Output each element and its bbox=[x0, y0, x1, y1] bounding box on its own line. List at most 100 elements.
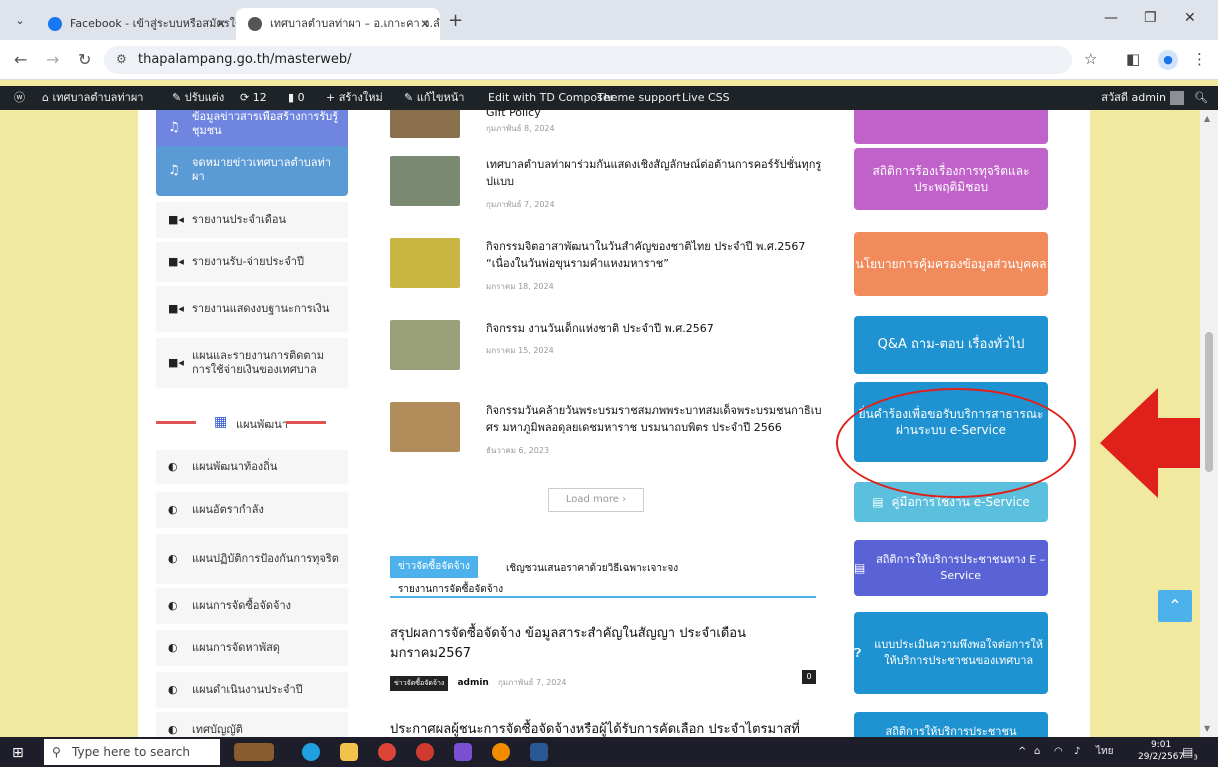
admin-live-css[interactable]: Live CSS bbox=[682, 86, 730, 110]
vertical-scrollbar[interactable]: ▲ ▼ bbox=[1200, 110, 1218, 737]
scroll-thumb[interactable] bbox=[1205, 332, 1213, 472]
news-title[interactable]: กิจกรรมวันคล้ายวันพระบรมราชสมภพพระบาทสมเ… bbox=[486, 402, 826, 436]
sidebar-item-annual-plan[interactable]: ◐ แผนดำเนินงานประจำปี bbox=[156, 672, 348, 708]
sidebar-item-label: รายงานแสดงงบฐานะการเงิน bbox=[192, 302, 330, 315]
news-item[interactable]: กิจกรรมวันคล้ายวันพระบรมราชสมภพพระบาทสมเ… bbox=[390, 402, 826, 464]
close-window-icon[interactable]: ✕ bbox=[1184, 10, 1196, 26]
wordpress-icon[interactable]: ⓦ bbox=[14, 86, 25, 110]
news-date: กุมภาพันธ์ 8, 2024 bbox=[486, 124, 555, 133]
word-icon[interactable] bbox=[530, 743, 548, 761]
site-info-icon[interactable]: ⚙ bbox=[116, 52, 127, 66]
back-icon[interactable]: ← bbox=[14, 50, 27, 69]
sidebar-item-local-plan[interactable]: ◐ แผนพัฒนาท้องถิ่น bbox=[156, 450, 348, 484]
article-title[interactable]: ประกาศผลผู้ชนะการจัดซื้อจัดจ้างหรือผู้ได… bbox=[390, 720, 816, 737]
sidebar-item-monthly-report[interactable]: ■◂ รายงานประจำเดือน bbox=[156, 202, 348, 238]
news-thumbnail[interactable] bbox=[390, 320, 460, 370]
tab-search-button[interactable]: ⌄ bbox=[8, 10, 32, 32]
close-tab-icon[interactable]: ✕ bbox=[216, 8, 226, 40]
admin-site-name[interactable]: ⌂ เทศบาลตำบลท่าผา bbox=[42, 86, 143, 110]
sidebar-item-manpower-plan[interactable]: ◐ แผนอัตรากำลัง bbox=[156, 492, 348, 528]
tab-procurement-report[interactable]: รายงานการจัดซื้อจัดจ้าง bbox=[398, 582, 503, 597]
tray-wifi-icon[interactable]: ◠ bbox=[1054, 737, 1063, 767]
sidebar-item-income-expense[interactable]: ■◂ รายงานรับ-จ่ายประจำปี bbox=[156, 242, 348, 282]
comment-count-badge[interactable]: 0 bbox=[802, 670, 816, 684]
news-title[interactable]: เทศบาลตำบลท่าผาร่วมกันแสดงเชิงสัญลักษณ์ต… bbox=[486, 156, 826, 190]
search-icon[interactable]: 🔍︎ bbox=[1194, 86, 1208, 110]
admin-theme-support[interactable]: Theme support bbox=[597, 86, 681, 110]
right-button-privacy-policy[interactable]: นโยบายการคุ้มครองข้อมูลส่วนบุคคล bbox=[854, 232, 1048, 296]
right-button-satisfaction-survey[interactable]: ❓︎ แบบประเมินความพึงพอใจต่อการให้ให้บริก… bbox=[854, 612, 1048, 694]
news-item[interactable]: เทศบาลตำบลท่าผาร่วมกันแสดงเชิงสัญลักษณ์ต… bbox=[390, 156, 826, 218]
news-thumbnail[interactable] bbox=[390, 156, 460, 206]
file-explorer-icon[interactable] bbox=[340, 743, 358, 761]
sidebar-item-financial-status[interactable]: ■◂ รายงานแสดงงบฐานะการเงิน bbox=[156, 286, 348, 332]
sidebar-item-anti-corruption-plan[interactable]: ◐ แผนปฏิบัติการป้องกันการทุจริต bbox=[156, 534, 348, 584]
reload-icon[interactable]: ↻ bbox=[78, 50, 91, 69]
right-button-corruption-stats[interactable]: สถิติการร้องเรื่องการทุจริตและประพฤติมิช… bbox=[854, 148, 1048, 210]
url-field[interactable]: ⚙ thapalampang.go.th/masterweb/ bbox=[104, 46, 1072, 74]
widgets-icon[interactable] bbox=[234, 743, 274, 761]
chrome-icon[interactable] bbox=[378, 743, 396, 761]
admin-td-composer[interactable]: Edit with TD Composer bbox=[488, 86, 614, 110]
sidebar-item-ordinance[interactable]: ◐ เทศบัญญัติ bbox=[156, 712, 348, 737]
tab-procurement-news[interactable]: ข่าวจัดซื้อจัดจ้าง bbox=[390, 556, 478, 578]
tab-facebook[interactable]: Facebook - เข้าสู่ระบบหรือสมัครใช้ ✕ bbox=[36, 8, 236, 40]
bookmark-star-icon[interactable]: ☆ bbox=[1084, 50, 1097, 68]
admin-edit-page[interactable]: ✎ แก้ไขหน้า bbox=[404, 86, 464, 110]
right-button-service-stats[interactable]: สถิติการให้บริการประชาชน bbox=[854, 712, 1048, 737]
sidebar-button-newsletter[interactable]: ♫ จดหมายข่าวเทศบาลตำบลท่าผา bbox=[156, 146, 348, 196]
admin-comments[interactable]: ▮ 0 bbox=[288, 86, 305, 110]
scroll-down-icon[interactable]: ▼ bbox=[1204, 724, 1210, 733]
admin-account[interactable]: สวัสดี admin bbox=[1101, 86, 1184, 110]
tab-invitation[interactable]: เชิญชวนเสนอราคาด้วยวิธีเฉพาะเจาะจง bbox=[506, 561, 678, 576]
sidebar-item-supply-plan[interactable]: ◐ แผนการจัดหาพัสดุ bbox=[156, 630, 348, 666]
taskbar-search-field[interactable]: ⚲ Type here to search bbox=[44, 739, 220, 765]
news-item[interactable]: กิจกรรมจิตอาสาพัฒนาในวันสำคัญของชาติไทย … bbox=[390, 238, 826, 300]
news-title[interactable]: กิจกรรม งานวันเด็กแห่งชาติ ประจำปี พ.ศ.2… bbox=[486, 320, 826, 337]
news-thumbnail[interactable] bbox=[390, 238, 460, 288]
edge-icon[interactable] bbox=[302, 743, 320, 761]
clock-date: 29/2/2567 bbox=[1138, 752, 1185, 762]
tray-arrow-icon[interactable]: ^ bbox=[1018, 737, 1026, 767]
article-author[interactable]: admin bbox=[457, 678, 488, 688]
close-tab-icon[interactable]: ✕ bbox=[420, 8, 430, 40]
admin-customize[interactable]: ✎ ปรับแต่ง bbox=[172, 86, 224, 110]
new-tab-button[interactable]: + bbox=[448, 12, 463, 30]
forward-icon[interactable]: → bbox=[46, 50, 59, 69]
load-more-button[interactable]: Load more › bbox=[548, 488, 644, 512]
scroll-up-icon[interactable]: ▲ bbox=[1204, 114, 1210, 123]
news-title[interactable]: กิจกรรมจิตอาสาพัฒนาในวันสำคัญของชาติไทย … bbox=[486, 238, 826, 272]
news-thumbnail[interactable] bbox=[390, 110, 460, 138]
category-badge[interactable]: ข่าวจัดซื้อจัดจ้าง bbox=[390, 676, 449, 691]
document-icon: ▤ bbox=[854, 561, 866, 575]
right-button-eservice-stats[interactable]: ▤ สถิติการให้บริการประชาชนทาง E – Servic… bbox=[854, 540, 1048, 596]
news-title[interactable]: Gift Policy bbox=[486, 110, 826, 121]
tray-language[interactable]: ไทย bbox=[1096, 737, 1113, 767]
right-button-qa[interactable]: Q&A ถาม-ตอบ เรื่องทั่วไป bbox=[854, 316, 1048, 374]
sidebar-item-spending-plan[interactable]: ■◂ แผนและรายงานการติดตามการใช้จ่ายเงินขอ… bbox=[156, 338, 348, 388]
app-icon[interactable] bbox=[454, 743, 472, 761]
menu-icon[interactable]: ⋮ bbox=[1192, 50, 1207, 68]
back-to-top-button[interactable]: ⌃ bbox=[1158, 590, 1192, 622]
tray-volume-icon[interactable]: ♪ bbox=[1074, 737, 1080, 767]
right-button-top[interactable] bbox=[854, 110, 1048, 144]
sidebar-item-procurement-plan[interactable]: ◐ แผนการจัดซื้อจัดจ้าง bbox=[156, 588, 348, 624]
article-title[interactable]: สรุปผลการจัดซื้อจัดจ้าง ข้อมูลสาระสำคัญใ… bbox=[390, 624, 816, 664]
tab-thapa[interactable]: เทศบาลตำบลท่าผา – อ.เกาะคา จ.ลำ ✕ bbox=[236, 8, 440, 40]
opera-icon[interactable] bbox=[416, 743, 434, 761]
sidebar-item-label: แผนการจัดหาพัสดุ bbox=[192, 641, 280, 654]
taskbar-clock[interactable]: 9:01 29/2/2567 bbox=[1138, 739, 1184, 763]
restore-icon[interactable]: ❐ bbox=[1144, 10, 1157, 26]
news-item[interactable]: Gift Policy กุมภาพันธ์ 8, 2024 bbox=[390, 110, 826, 150]
news-thumbnail[interactable] bbox=[390, 402, 460, 452]
tray-network-icon[interactable]: ⌂ bbox=[1034, 737, 1040, 767]
search-app-icon[interactable] bbox=[492, 743, 510, 761]
notification-icon[interactable]: ▤3 bbox=[1182, 737, 1198, 767]
news-item[interactable]: กิจกรรม งานวันเด็กแห่งชาติ ประจำปี พ.ศ.2… bbox=[390, 320, 826, 382]
windows-start-icon[interactable]: ⊞ bbox=[12, 745, 24, 761]
admin-new[interactable]: + สร้างใหม่ bbox=[326, 86, 383, 110]
side-panel-icon[interactable]: ◧ bbox=[1126, 50, 1140, 68]
admin-updates[interactable]: ⟳ 12 bbox=[240, 86, 267, 110]
profile-avatar-icon[interactable]: ● bbox=[1158, 50, 1178, 70]
minimize-icon[interactable]: — bbox=[1104, 10, 1118, 26]
